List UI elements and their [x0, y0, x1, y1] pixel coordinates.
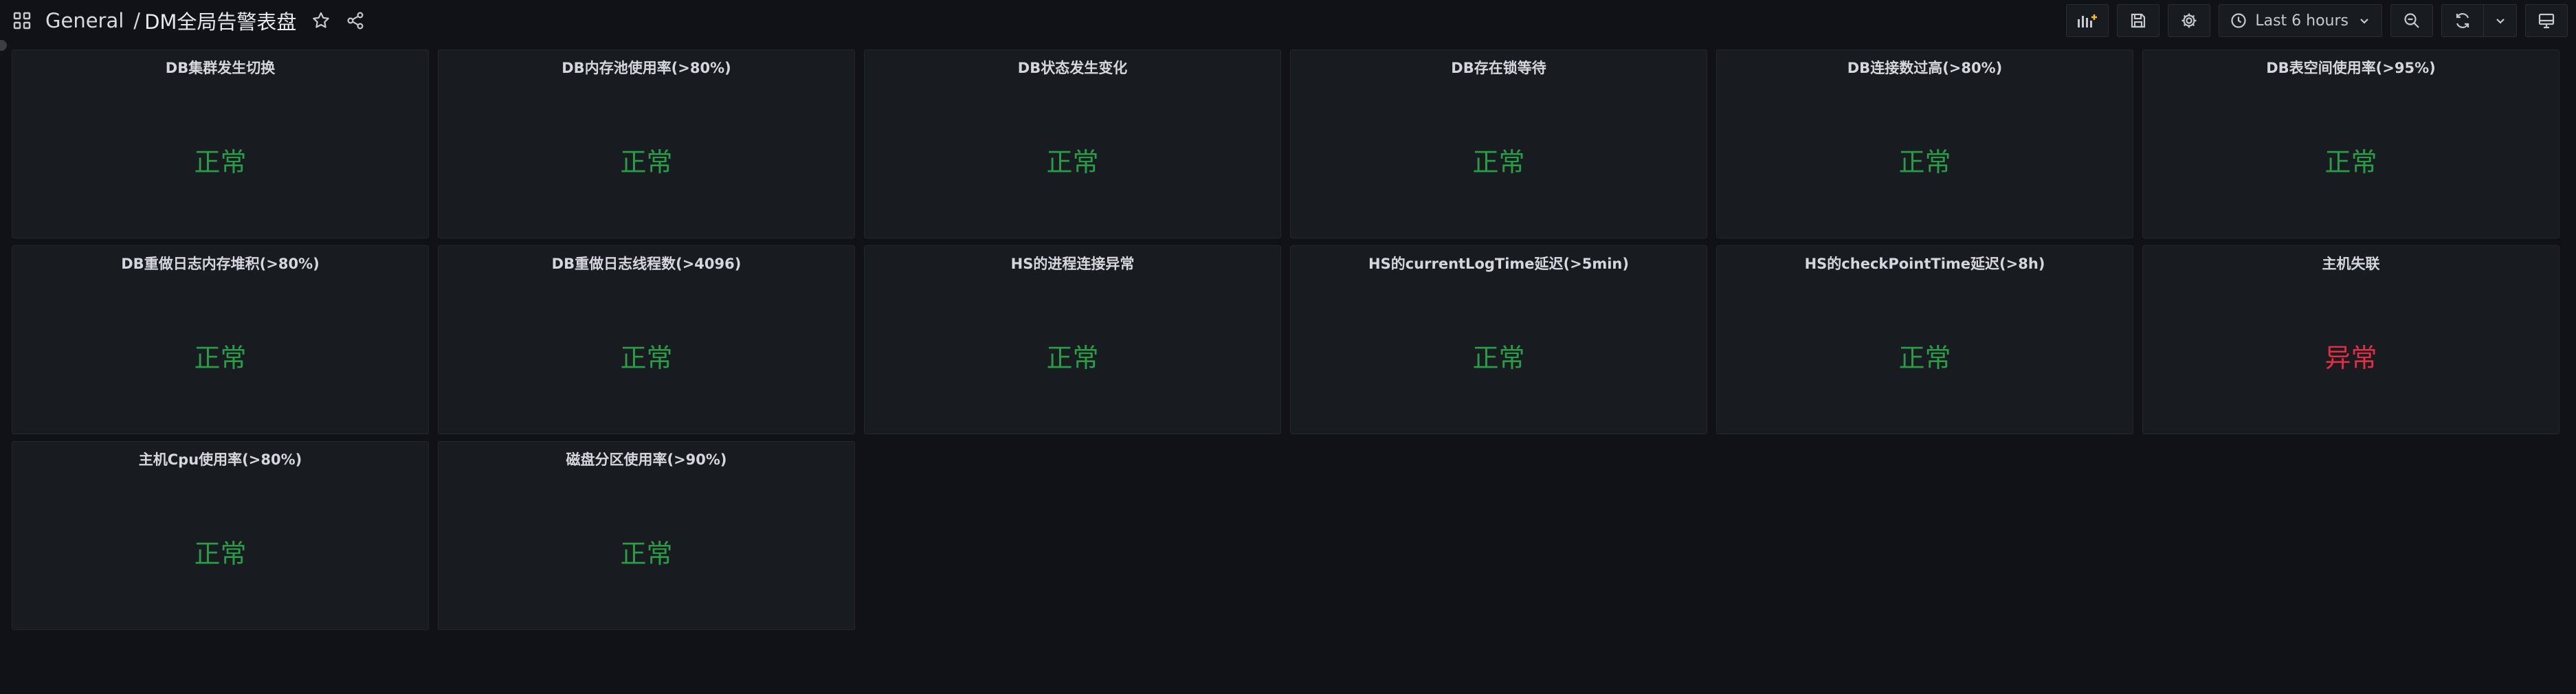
add-panel-button[interactable]	[2066, 4, 2109, 37]
save-icon	[2131, 13, 2146, 28]
panel-status-value: 正常	[1046, 343, 1099, 373]
share-icon[interactable]	[346, 11, 365, 30]
panel-title[interactable]: DB重做日志线程数(>4096)	[438, 253, 854, 273]
breadcrumb: General / DM全局告警表盘	[12, 0, 365, 41]
stat-panel[interactable]: HS的checkPointTime延迟(>8h) 正常	[1716, 245, 2133, 434]
time-range-picker[interactable]: Last 6 hours	[2219, 4, 2382, 37]
gear-icon	[2181, 13, 2197, 28]
star-icon[interactable]	[311, 11, 331, 30]
panel-status-value: 正常	[620, 147, 673, 177]
panel-status-value: 正常	[194, 147, 247, 177]
panel-status-value: 正常	[620, 343, 673, 373]
panel-title[interactable]: DB重做日志内存堆积(>80%)	[12, 253, 428, 273]
breadcrumb-folder-link[interactable]: General	[45, 9, 124, 32]
stat-panel[interactable]: DB集群发生切换正常	[12, 49, 429, 238]
panel-title[interactable]: HS的currentLogTime延迟(>5min)	[1291, 253, 1707, 273]
refresh-icon	[2456, 13, 2469, 28]
panel-status-value: 正常	[194, 539, 247, 569]
stat-panel[interactable]: DB状态发生变化正常	[864, 49, 1281, 238]
stat-panel[interactable]: DB内存池使用率(>80%) 正常	[438, 49, 855, 238]
stat-panel[interactable]: 主机Cpu使用率(>80%) 正常	[12, 441, 429, 630]
stat-panel[interactable]: HS的currentLogTime延迟(>5min) 正常	[1290, 245, 1707, 434]
stat-panel[interactable]: 磁盘分区使用率(>90%) 正常	[438, 441, 855, 630]
breadcrumb-separator: /	[133, 9, 141, 32]
panel-title[interactable]: DB集群发生切换	[12, 57, 428, 78]
sidebar-toggle-handle[interactable]	[0, 40, 7, 51]
panel-title[interactable]: DB连接数过高(>80%)	[1717, 57, 2133, 78]
panel-status-value: 正常	[194, 343, 247, 373]
panel-title[interactable]: DB存在锁等待	[1291, 57, 1707, 78]
monitor-icon	[2538, 13, 2555, 29]
panel-status-value: 正常	[1898, 147, 1951, 177]
panel-title[interactable]: HS的进程连接异常	[865, 253, 1280, 273]
panel-status-value: 异常	[2324, 343, 2377, 373]
chevron-down-icon	[2360, 19, 2368, 24]
stat-panel[interactable]: DB存在锁等待正常	[1290, 49, 1707, 238]
clock-icon	[2231, 13, 2246, 28]
stat-panel[interactable]: HS的进程连接异常正常	[864, 245, 1281, 434]
stat-panel[interactable]: DB连接数过高(>80%) 正常	[1716, 49, 2133, 238]
panel-title[interactable]: 磁盘分区使用率(>90%)	[438, 449, 854, 469]
stat-panel[interactable]: DB重做日志内存堆积(>80%) 正常	[12, 245, 429, 434]
chevron-down-icon	[2496, 19, 2505, 24]
panel-title[interactable]: DB内存池使用率(>80%)	[438, 57, 854, 78]
apps-grid-icon[interactable]	[12, 11, 32, 30]
zoom-out-button[interactable]	[2390, 4, 2433, 37]
zoom-out-icon	[2404, 13, 2419, 28]
save-dashboard-button[interactable]	[2117, 4, 2160, 37]
time-range-label: Last 6 hours	[2255, 12, 2349, 30]
add-panel-icon	[2078, 14, 2098, 27]
view-mode-button[interactable]	[2525, 4, 2568, 37]
panel-status-value: 正常	[1046, 147, 1099, 177]
panel-status-value: 正常	[1472, 147, 1525, 177]
dashboard-navbar: General / DM全局告警表盘 Last 6 hours	[0, 0, 2576, 41]
refresh-interval-dropdown[interactable]	[2484, 4, 2517, 37]
panel-title[interactable]: DB状态发生变化	[865, 57, 1280, 78]
panel-status-value: 正常	[1898, 343, 1951, 373]
panel-status-value: 正常	[620, 539, 673, 569]
panel-title[interactable]: 主机失联	[2143, 253, 2559, 273]
panel-title[interactable]: DB表空间使用率(>95%)	[2143, 57, 2559, 78]
stat-panel[interactable]: DB重做日志线程数(>4096) 正常	[438, 245, 855, 434]
refresh-button[interactable]	[2441, 4, 2484, 37]
dashboard-toolbar: Last 6 hours	[2066, 0, 2576, 41]
panel-status-value: 正常	[2324, 147, 2377, 177]
stat-panel[interactable]: DB表空间使用率(>95%) 正常	[2142, 49, 2560, 238]
refresh-button-group	[2441, 4, 2517, 37]
dashboard-settings-button[interactable]	[2168, 4, 2211, 37]
panel-status-value: 正常	[1472, 343, 1525, 373]
dashboard-title[interactable]: DM全局告警表盘	[144, 6, 296, 35]
stat-panel[interactable]: 主机失联 异常	[2142, 245, 2560, 434]
panel-title[interactable]: 主机Cpu使用率(>80%)	[12, 449, 428, 469]
panel-title[interactable]: HS的checkPointTime延迟(>8h)	[1717, 253, 2133, 273]
